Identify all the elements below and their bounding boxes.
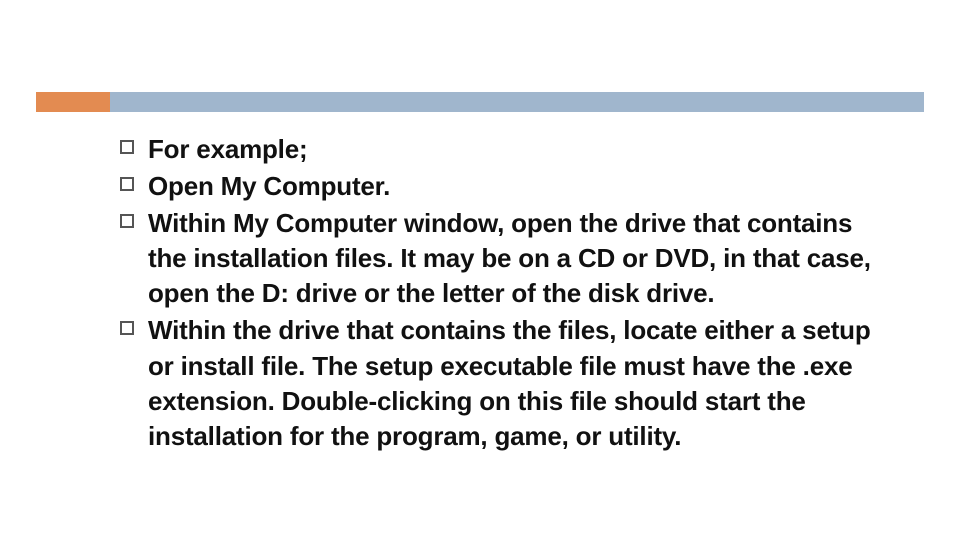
header-line xyxy=(110,92,924,112)
slide: For example; Open My Computer. Within My… xyxy=(0,0,960,540)
list-item: For example; xyxy=(120,132,880,167)
bullet-text: For example; xyxy=(148,132,880,167)
square-bullet-icon xyxy=(120,140,134,154)
square-bullet-icon xyxy=(120,214,134,228)
square-bullet-icon xyxy=(120,321,134,335)
bullet-text: Open My Computer. xyxy=(148,169,880,204)
square-bullet-icon xyxy=(120,177,134,191)
header-accent-block xyxy=(36,92,110,112)
bullet-text: Within the drive that contains the files… xyxy=(148,313,880,453)
list-item: Within My Computer window, open the driv… xyxy=(120,206,880,311)
header-bar xyxy=(0,92,960,112)
content-area: For example; Open My Computer. Within My… xyxy=(120,132,880,456)
bullet-text: Within My Computer window, open the driv… xyxy=(148,206,880,311)
list-item: Within the drive that contains the files… xyxy=(120,313,880,453)
list-item: Open My Computer. xyxy=(120,169,880,204)
